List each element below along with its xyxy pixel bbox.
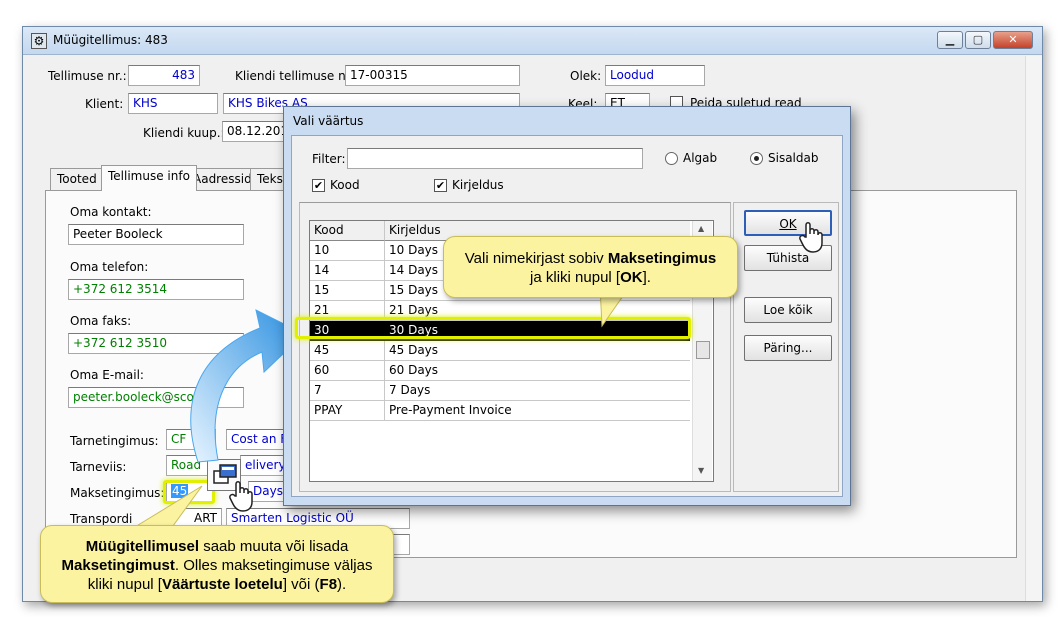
load-all-button[interactable]: Loe kõik [744, 297, 832, 323]
client-date-label: Kliendi kuup.: [143, 126, 225, 140]
scrollbar-right[interactable] [1025, 56, 1042, 601]
check-desc-label: Kirjeldus [452, 178, 504, 192]
callout-top-line1: Vali nimekirjast sobiv Maksetingimus [444, 249, 737, 268]
hand-cursor-icon [799, 222, 823, 253]
maximize-button[interactable]: ▢ [965, 31, 991, 49]
check-code-label: Kood [330, 178, 360, 192]
order-nr-label: Tellimuse nr.: [48, 69, 127, 83]
callout-bottom-text: ] või ( [282, 576, 320, 593]
scroll-down-icon[interactable]: ▼ [698, 466, 704, 475]
dialog-title: Vali väärtus [293, 114, 364, 128]
callout-top-text: ja kliki nupul [ [530, 269, 621, 286]
client-order-label: Kliendi tellimuse nr.: [235, 69, 358, 83]
callout-bottom-bold: Maksetingimust [61, 557, 175, 574]
callout-bottom-text: . Olles maksetingimuse väljas [174, 557, 373, 574]
radio-starts-label: Algab [683, 151, 718, 165]
list-item[interactable]: PPAY Pre-Payment Invoice [310, 401, 690, 421]
title-bar: ⚙ Müügitellimus: 483 ▁ ▢ ✕ [23, 27, 1042, 55]
delivery-method-label: Tarneviis: [70, 460, 127, 474]
item-code: 60 [310, 361, 385, 381]
callout-bottom-line2: Maksetingimust. Olles maksetingimuse väl… [41, 556, 393, 575]
item-code: 10 [310, 241, 385, 261]
callout-bottom-bold: F8 [319, 576, 338, 593]
order-nr-field[interactable]: 483 [128, 65, 200, 86]
callout-bottom-text: kliki nupul [ [87, 576, 162, 593]
callout-top-bold: Maksetingimus [607, 250, 717, 267]
scroll-thumb[interactable] [696, 341, 710, 359]
callout-top-line2: ja kliki nupul [OK]. [444, 268, 737, 287]
item-desc: 7 Days [385, 381, 690, 401]
callout-top: Vali nimekirjast sobiv Maksetingimus ja … [443, 236, 738, 298]
select-value-dialog: Vali väärtus Filter: Algab Sisaldab ✔ Ko… [283, 106, 851, 506]
minimize-button[interactable]: ▁ [937, 31, 963, 49]
tab-tooted[interactable]: Tooted [50, 168, 104, 190]
callout-bottom-line3: kliki nupul [Väärtuste loetelu] või (F8)… [41, 575, 393, 594]
app-icon: ⚙ [31, 33, 47, 49]
window-title: Müügitellimus: 483 [53, 33, 168, 47]
callout-top-text: Vali nimekirjast sobiv [464, 250, 608, 267]
check-desc[interactable]: ✔ [434, 179, 447, 192]
radio-contains-label: Sisaldab [768, 151, 819, 165]
list-item[interactable]: 45 45 Days [310, 341, 690, 361]
status-label: Olek: [570, 69, 602, 83]
client-order-field[interactable]: 17-00315 [345, 65, 520, 86]
callout-bottom-bold: Müügitellimusel [85, 538, 200, 555]
item-code: 45 [310, 341, 385, 361]
callout-bottom-bold: Väärtuste loetelu [161, 576, 283, 593]
client-date-field[interactable]: 08.12.2017 [222, 121, 292, 142]
contact-field[interactable]: Peeter Booleck [68, 224, 244, 245]
callout-top-text: ]. [642, 269, 651, 286]
callout-bottom: Müügitellimusel saab muuta või lisada Ma… [40, 525, 394, 603]
item-code: 15 [310, 281, 385, 301]
close-button[interactable]: ✕ [993, 31, 1033, 49]
callout-top-bold: OK [620, 269, 643, 286]
phone-label: Oma telefon: [70, 260, 149, 274]
item-code: PPAY [310, 401, 385, 421]
fax-label: Oma faks: [70, 314, 132, 328]
filter-label: Filter: [312, 152, 346, 166]
status-field: Loodud [605, 65, 705, 86]
callout-bottom-line1: Müügitellimusel saab muuta või lisada [41, 537, 393, 556]
scroll-up-icon[interactable]: ▲ [698, 224, 704, 233]
callout-bottom-text: ). [337, 576, 347, 593]
check-code[interactable]: ✔ [312, 179, 325, 192]
col-code-header[interactable]: Kood [310, 221, 385, 241]
item-code: 14 [310, 261, 385, 281]
item-desc: Pre-Payment Invoice [385, 401, 690, 421]
filter-input[interactable] [347, 148, 643, 169]
item-desc: 60 Days [385, 361, 690, 381]
contact-label: Oma kontakt: [70, 205, 152, 219]
client-label: Klient: [85, 97, 124, 111]
tab-tellimuse-info[interactable]: Tellimuse info [101, 165, 197, 191]
client-code-field[interactable]: KHS [128, 93, 218, 114]
email-label: Oma E-mail: [70, 368, 144, 382]
ok-button-label: OK [779, 217, 797, 231]
callout-bottom-text: saab muuta või lisada [199, 538, 349, 555]
delivery-terms-label: Tarnetingimus: [70, 434, 159, 448]
item-code: 7 [310, 381, 385, 401]
query-button[interactable]: Päring... [744, 335, 832, 361]
list-item[interactable]: 60 60 Days [310, 361, 690, 381]
list-item[interactable]: 77 Days [310, 381, 690, 401]
item-desc: 45 Days [385, 341, 690, 361]
hand-cursor-icon [229, 481, 253, 512]
radio-contains[interactable] [750, 152, 763, 165]
radio-starts-with[interactable] [665, 152, 678, 165]
